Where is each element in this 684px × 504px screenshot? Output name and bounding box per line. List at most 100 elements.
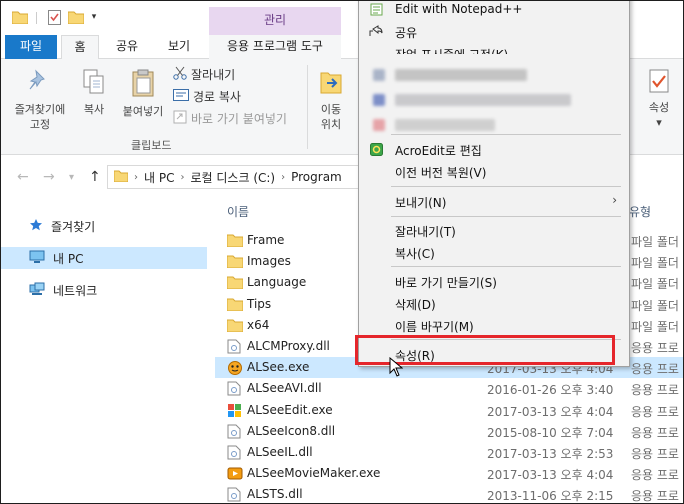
- table-row[interactable]: ALSeeAVI.dll 2016-01-26 오후 3:40 응용 프로: [215, 378, 683, 399]
- movie-maker-app-icon: [227, 466, 243, 481]
- dll-file-icon: [227, 424, 243, 439]
- move-to-button[interactable]: 이동 위치: [311, 69, 351, 132]
- column-header-name[interactable]: 이름: [227, 203, 249, 220]
- customize-quick-access-icon[interactable]: ▾: [89, 9, 99, 25]
- menu-separator: [391, 134, 621, 135]
- recent-dropdown-icon[interactable]: ▾: [69, 172, 74, 183]
- forward-arrow-icon[interactable]: →: [43, 169, 55, 185]
- file-type: 응용 프로: [631, 425, 679, 440]
- menu-item-create-shortcut[interactable]: 바로 가기 만들기(S): [359, 270, 629, 292]
- menu-item-acroedit[interactable]: AcroEdit로 편집: [359, 138, 629, 160]
- file-type: 파일 폴더: [631, 235, 679, 249]
- copy-icon: [75, 69, 113, 98]
- nav-item-quick-access[interactable]: 즐겨찾기: [1, 215, 207, 237]
- menu-item-label: 공유: [395, 26, 418, 40]
- table-row[interactable]: ALSeeIL.dll 2017-03-13 오후 2:53 응용 프로: [215, 442, 683, 463]
- properties-dropdown-icon: ▾: [656, 116, 662, 129]
- up-arrow-icon[interactable]: ↑: [89, 169, 101, 185]
- file-name: ALSeeAVI.dll: [247, 381, 322, 396]
- file-type: 파일 폴더: [631, 319, 679, 334]
- tab-view[interactable]: 보기: [157, 35, 201, 59]
- menu-item-cut[interactable]: 잘라내기(T): [359, 219, 629, 241]
- clipboard-group-label: 클립보드: [131, 139, 172, 152]
- quick-access-separator: [36, 12, 37, 24]
- table-row[interactable]: ALSeeIcon8.dll 2015-08-10 오후 7:04 응용 프로: [215, 421, 683, 442]
- mouse-cursor-icon: [389, 356, 404, 377]
- menu-separator: [391, 216, 621, 217]
- menu-item-rename[interactable]: 이름 바꾸기(M): [359, 314, 629, 336]
- breadcrumb-program[interactable]: Program: [291, 170, 342, 184]
- chevron-right-icon: ›: [281, 171, 286, 183]
- menu-item-share[interactable]: 공유: [359, 20, 629, 42]
- table-row[interactable]: ALSeeMovieMaker.exe 2017-03-13 오후 4:04 응용 …: [215, 463, 683, 484]
- file-name: ALCMProxy.dll: [247, 339, 330, 353]
- nav-item-label: 내 PC: [53, 251, 84, 266]
- copy-path-label: 경로 복사: [193, 89, 241, 104]
- menu-item-delete[interactable]: 삭제(D): [359, 292, 629, 314]
- star-icon: [29, 218, 43, 235]
- dll-file-icon: [227, 487, 243, 502]
- cut-command[interactable]: 잘라내기: [173, 65, 235, 83]
- file-name: Tips: [247, 296, 272, 311]
- tab-app-tools[interactable]: 응용 프로그램 도구: [209, 35, 341, 59]
- dll-file-icon: [227, 339, 243, 354]
- table-row[interactable]: ALSTS.dll 2013-11-06 오후 2:15 응용 프로: [215, 484, 683, 504]
- alsee-app-icon: [227, 360, 243, 376]
- menu-item-edit-notepad[interactable]: Edit with Notepad++: [359, 1, 629, 20]
- alsee-edit-app-icon: [227, 403, 243, 418]
- scissors-icon: [173, 66, 187, 83]
- menu-item-send-to[interactable]: 보내기(N) ›: [359, 190, 629, 212]
- move-label-line2: 위치: [320, 118, 342, 131]
- column-header-type[interactable]: 유형: [629, 203, 651, 220]
- pin-icon: [7, 69, 73, 98]
- navigation-pane: 즐겨찾기 내 PC 네트워크: [1, 197, 207, 503]
- tab-share[interactable]: 공유: [107, 35, 147, 59]
- properties-ribbon-button[interactable]: 속성 ▾: [637, 69, 681, 130]
- back-arrow-icon[interactable]: ←: [17, 169, 29, 185]
- breadcrumb-local-disk[interactable]: 로컬 디스크 (C:): [190, 169, 275, 186]
- tab-file[interactable]: 파일: [5, 35, 57, 59]
- file-type: 응용 프로: [631, 468, 679, 483]
- copy-label: 복사: [83, 103, 105, 116]
- pin-label-line2: 고정: [29, 118, 51, 131]
- properties-quick-icon[interactable]: [47, 9, 61, 25]
- paste-shortcut-command[interactable]: 바로 가기 붙여넣기: [173, 109, 287, 127]
- menu-item-copy[interactable]: 복사(C): [359, 241, 629, 263]
- menu-item-restore-previous[interactable]: 이전 버전 복원(V): [359, 160, 629, 182]
- move-to-icon: [311, 69, 351, 98]
- menu-separator: [391, 186, 621, 187]
- file-type: 파일 폴더: [631, 277, 679, 292]
- folder-icon: [226, 275, 244, 290]
- cut-label: 잘라내기: [191, 67, 236, 82]
- file-name: ALSeeIcon8.dll: [247, 423, 336, 438]
- properties-check-icon: [637, 69, 681, 96]
- file-date: 2017-03-13 오후 2:53: [487, 447, 614, 461]
- menu-item-label: 이전 버전 복원(V): [395, 166, 487, 180]
- manage-tab[interactable]: 관리: [209, 7, 341, 35]
- folder-icon: [226, 318, 244, 333]
- tab-home[interactable]: 홈: [61, 35, 99, 60]
- breadcrumb-this-pc[interactable]: 내 PC: [144, 169, 174, 186]
- file-type: 응용 프로: [631, 489, 679, 504]
- file-date: 2016-01-26 오후 3:40: [487, 383, 614, 398]
- blurred-menu-item: [395, 69, 527, 81]
- file-date: 2017-03-13 오후 4:04: [487, 468, 614, 483]
- paste-button[interactable]: 붙여넣기: [115, 69, 171, 119]
- file-name: Images: [247, 254, 291, 269]
- table-row[interactable]: ALSeeEdit.exe 2017-03-13 오후 4:04 응용 프로: [215, 400, 683, 421]
- new-folder-icon[interactable]: [68, 9, 84, 25]
- folder-icon[interactable]: [11, 9, 29, 25]
- menu-item-pin-taskbar[interactable]: 작업 표시줄에 고정(K): [359, 42, 629, 54]
- folder-icon: [226, 254, 244, 269]
- folder-icon: [226, 297, 244, 312]
- copy-path-command[interactable]: 경로 복사: [173, 87, 241, 105]
- menu-item-label: 이름 바꾸기(M): [395, 320, 474, 334]
- address-bar[interactable]: › 내 PC › 로컬 디스크 (C:) › Program: [107, 165, 367, 189]
- file-date: 2013-11-06 오후 2:15: [487, 489, 614, 504]
- context-menu: Edit with Notepad++ 공유 작업 표시줄에 고정(K) Acr…: [358, 1, 630, 367]
- pin-to-quick-access-button[interactable]: 즐겨찾기에 고정: [7, 69, 73, 132]
- nav-item-this-pc[interactable]: 내 PC: [1, 247, 207, 269]
- nav-item-network[interactable]: 네트워크: [1, 279, 207, 301]
- copy-button[interactable]: 복사: [75, 69, 113, 117]
- nav-item-label: 네트워크: [53, 283, 98, 298]
